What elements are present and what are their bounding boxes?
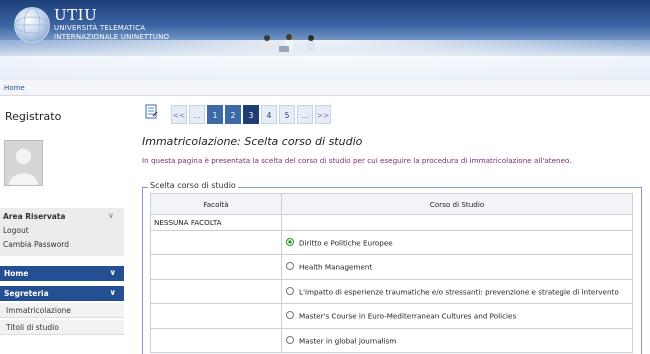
course-label[interactable]: Master in global journalism <box>299 336 396 345</box>
radio-button[interactable] <box>286 335 294 344</box>
column-header-course: Corso di Studio <box>281 193 633 215</box>
course-label[interactable]: Master's Course in Euro-Mediterranean Cu… <box>299 312 516 321</box>
chevron-down-icon[interactable]: ∨ <box>108 211 114 220</box>
empty-cell <box>281 214 633 231</box>
table-row: L'impatto di esperienze traumatiche e/o … <box>150 278 633 305</box>
course-option[interactable]: Master's Course in Euro-Mediterranean Cu… <box>281 303 633 329</box>
table-row: Health Management <box>150 254 633 280</box>
radio-button-selected[interactable] <box>286 237 294 246</box>
pager-first-button[interactable]: << <box>171 105 187 124</box>
pager-ellipsis-right[interactable]: ... <box>297 105 313 124</box>
pager-page-4[interactable]: 4 <box>261 105 277 124</box>
page-title: Immatricolazione: Scelta corso di studio <box>142 135 363 148</box>
sidebar: Registrato Area Riservata ∨ Logout Cambi… <box>0 104 124 354</box>
nav-segreteria-label: Segreteria <box>4 289 49 298</box>
radio-button[interactable] <box>286 262 294 271</box>
students-illustration <box>263 34 315 52</box>
user-silhouette-icon <box>5 141 42 185</box>
brand-subtitle-2: INTERNAZIONALE UNINETTUNO <box>54 33 170 41</box>
fieldset-legend: Scelta corso di studio <box>148 181 238 190</box>
pager-ellipsis-left[interactable]: ... <box>189 105 205 124</box>
course-label[interactable]: Diritto e Politiche Europee <box>299 238 393 247</box>
course-label[interactable]: L'impatto di esperienze traumatiche e/o … <box>299 287 619 296</box>
empty-cell <box>150 303 282 329</box>
intro-text: In questa pagina è presentata la scelta … <box>142 156 572 165</box>
chevron-down-icon: ∨ <box>109 268 117 277</box>
brand-subtitle-1: UNIVERSITÀ TELEMATICA <box>54 24 146 32</box>
empty-cell <box>150 254 282 280</box>
globe-lines-icon <box>14 7 50 43</box>
chevron-down-icon: ∨ <box>109 288 117 297</box>
faculty-cell: NESSUNA FACOLTA <box>150 214 282 231</box>
empty-cell <box>150 327 282 353</box>
pager-next-button[interactable]: >> <box>315 105 331 124</box>
header-banner: UTIU UNIVERSITÀ TELEMATICA INTERNAZIONAL… <box>0 0 650 80</box>
radio-button[interactable] <box>286 311 294 320</box>
nav-item-immatricolazione[interactable]: Immatricolazione <box>0 303 124 318</box>
course-option[interactable]: L'impatto di esperienze traumatiche e/o … <box>281 278 633 305</box>
radio-button[interactable] <box>286 286 294 295</box>
course-option[interactable]: Diritto e Politiche Europee <box>281 229 633 256</box>
reserved-area-panel: Area Riservata ∨ Logout Cambia Password <box>0 208 124 256</box>
banner-waves <box>0 40 650 80</box>
table-row: NESSUNA FACOLTA <box>150 214 633 231</box>
table-header-row: Facoltà Corso di Studio <box>150 193 633 215</box>
table-row: Diritto e Politiche Europee <box>150 229 633 256</box>
course-option[interactable]: Master in global journalism <box>281 327 633 353</box>
document-icon <box>145 104 158 119</box>
course-table: Facoltà Corso di Studio NESSUNA FACOLTA … <box>150 193 633 353</box>
breadcrumb-bar <box>0 80 650 96</box>
course-option[interactable]: Health Management <box>281 254 633 280</box>
reserved-area-title[interactable]: Area Riservata <box>3 212 65 221</box>
brand-logo-text[interactable]: UTIU <box>54 6 97 24</box>
nav-home[interactable]: Home ∨ <box>0 266 124 281</box>
empty-cell <box>150 229 282 256</box>
nav-item-titoli-di-studio[interactable]: Titoli di studio <box>0 320 124 335</box>
avatar <box>4 140 43 186</box>
column-header-faculty: Facoltà <box>150 193 282 215</box>
pager-page-1[interactable]: 1 <box>207 105 223 124</box>
nav-home-label: Home <box>4 269 29 278</box>
course-label[interactable]: Health Management <box>299 263 372 272</box>
breadcrumb-home-link[interactable]: Home <box>4 84 25 92</box>
empty-cell <box>150 278 282 305</box>
table-row: Master in global journalism <box>150 327 633 353</box>
sidebar-title: Registrato <box>5 110 62 123</box>
table-row: Master's Course in Euro-Mediterranean Cu… <box>150 303 633 329</box>
nav-segreteria[interactable]: Segreteria ∨ <box>0 286 124 301</box>
logout-link[interactable]: Logout <box>3 226 29 235</box>
change-password-link[interactable]: Cambia Password <box>3 240 69 249</box>
pager-page-5[interactable]: 5 <box>279 105 295 124</box>
pager-page-3-current[interactable]: 3 <box>243 105 259 124</box>
pager-page-2[interactable]: 2 <box>225 105 241 124</box>
